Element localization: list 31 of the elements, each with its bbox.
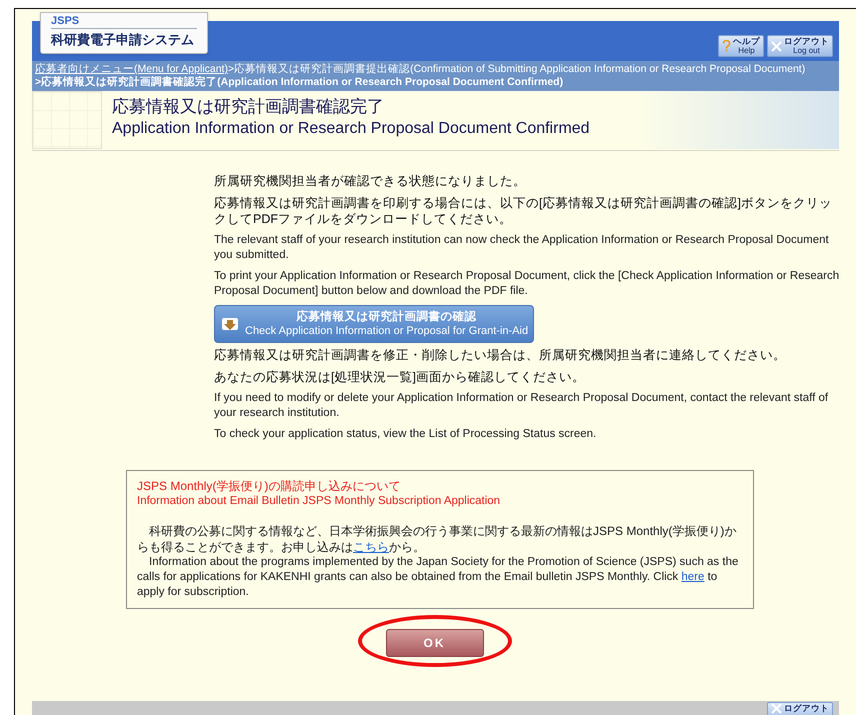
ok-button[interactable]: OK — [386, 629, 484, 657]
notice-title: JSPS Monthly(学振便り)の購読申し込みについて — [137, 479, 402, 494]
check-document-button[interactable]: 応募情報又は研究計画調書の確認 Check Application Information or Proposal for Grant-in-Aid — [214, 305, 534, 343]
notice-subtitle: Information about Email Bulletin JSPS Monthly Subscription Application — [137, 494, 502, 509]
breadcrumb-text: >応募情報又は研究計画調書提出確認(Confirmation of Submitting Application Information or Research Proposal Document) — [228, 63, 806, 75]
breadcrumb-current: >応募情報又は研究計画調書確認完了(Application Information or Research Proposal Document Confirmed) — [35, 76, 564, 89]
message-text: あなたの応募状況は[処理状況一覧]画面から確認してください。 — [214, 369, 586, 385]
message-text: If you need to modify or delete your Application Information or Research Proposal Document, contact the relevant staff of your research institution. — [214, 391, 830, 421]
notice-text: Information about the programs implemented by the Japan Society for the Promotion of Science (JSPS) such as the calls for applications for KAKENHI grants can also be obtained from the Email bulletin JSPS Monthly. Click here to apply for subscription. — [137, 555, 740, 600]
question-icon — [722, 40, 731, 52]
message-text: 応募情報又は研究計画調書を印刷する場合には、以下の[応募情報又は研究計画調書の確認]ボタンをクリックしてPDFファイルをダウンロードしてください。 — [214, 195, 833, 227]
subscription-link[interactable]: here — [681, 571, 704, 583]
help-button[interactable]: ヘルプ Help — [718, 35, 764, 57]
close-icon — [771, 703, 782, 714]
logo-acronym: JSPS — [51, 14, 197, 29]
message-text: 応募情報又は研究計画調書を修正・削除したい場合は、所属研究機関担当者に連絡してください。 — [214, 347, 787, 363]
breadcrumb-link[interactable]: 応募者向けメニュー(Menu for Applicant) — [35, 63, 228, 75]
message-text: 所属研究機関担当者が確認できる状態になりました。 — [214, 173, 527, 189]
notice-text: 科研費の公募に関する情報など、日本学術振興会の行う事業に関する最新の情報はJSPS Monthly(学振便り)からも得ることができます。お申し込みは こちらから。 — [137, 523, 738, 555]
page-subtitle: Application Information or Research Proposal Document Confirmed — [112, 119, 590, 139]
logout-button[interactable]: ログアウト — [767, 702, 833, 715]
square-pattern-drawing — [32, 91, 102, 149]
message-text: The relevant staff of your research institution can now check the Application Information or Research Proposal Document you submitted. — [214, 233, 830, 263]
subscription-link[interactable]: こちら — [353, 540, 389, 554]
logout-button[interactable]: ログアウト Log out — [767, 35, 833, 57]
message-text: To check your application status, view the List of Processing Status screen. — [214, 427, 598, 442]
close-icon — [771, 40, 782, 52]
logo-title: 科研費電子申請システム — [51, 31, 195, 49]
page-title: 応募情報又は研究計画調書確認完了 — [112, 96, 385, 118]
message-text: To print your Application Information or Research Proposal Document, click the [Check Application Information or Research Proposal Document] button below and download the PDF file. — [214, 269, 840, 299]
download-icon — [221, 316, 239, 332]
